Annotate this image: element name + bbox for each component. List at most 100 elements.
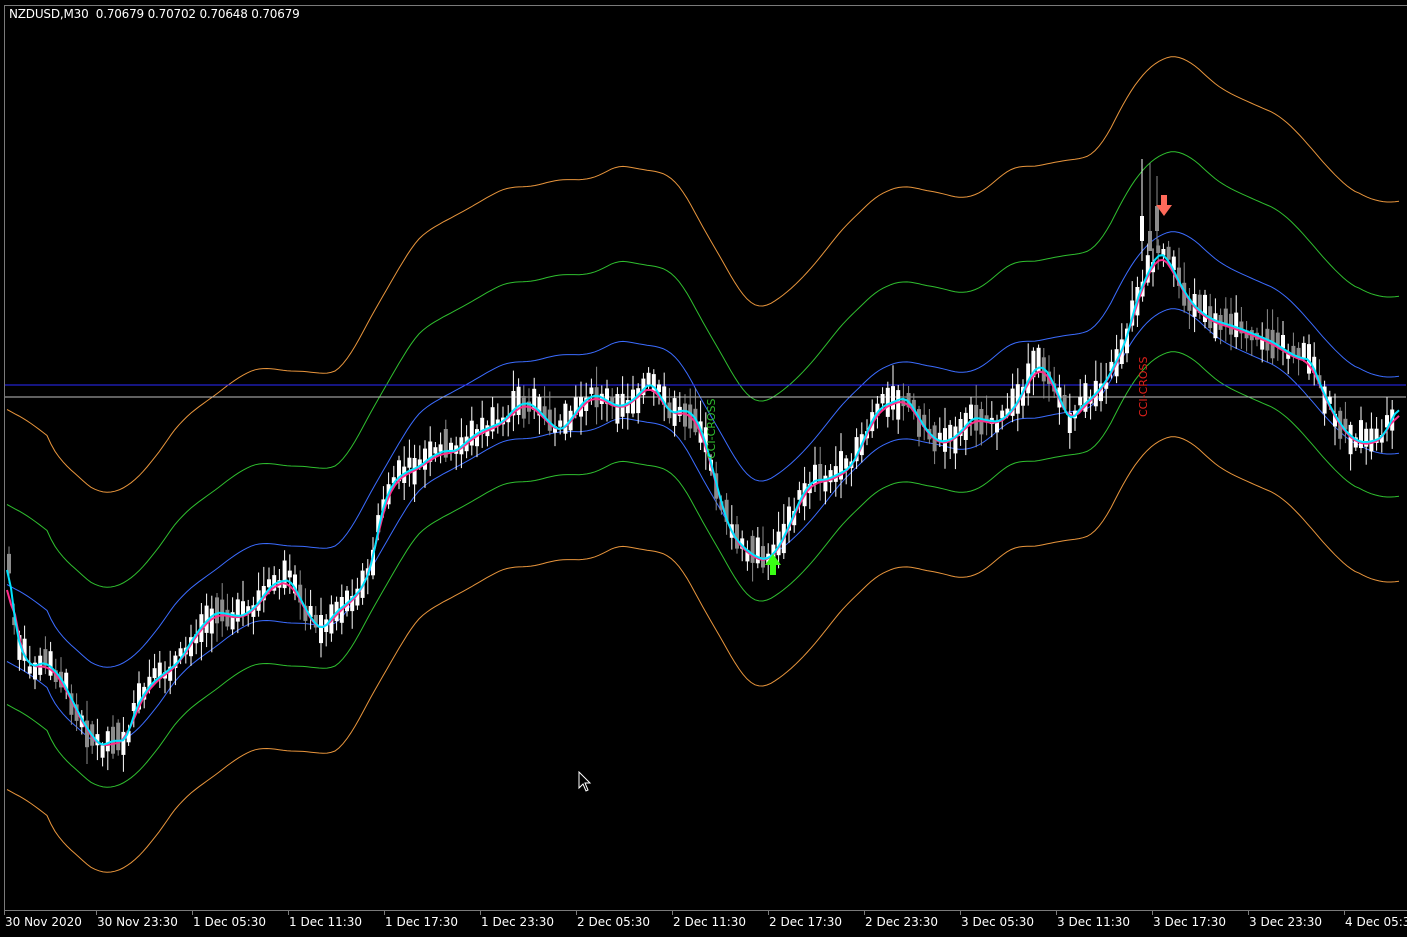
candle-bull[interactable] xyxy=(490,397,495,439)
candle-bear[interactable] xyxy=(683,394,687,441)
candle-bear[interactable] xyxy=(927,409,932,444)
candle-bear[interactable] xyxy=(979,401,984,446)
candle-bear[interactable] xyxy=(111,715,115,759)
candle-bull[interactable] xyxy=(506,405,511,437)
candle-bull[interactable] xyxy=(121,717,126,772)
candle-bear[interactable] xyxy=(1223,297,1228,342)
candle-bull[interactable] xyxy=(412,444,417,502)
candle-bull[interactable] xyxy=(943,407,947,469)
candle-bear[interactable] xyxy=(1338,407,1343,450)
candle-bear[interactable] xyxy=(225,593,230,631)
candle-bull[interactable] xyxy=(558,414,563,435)
candle-bull[interactable] xyxy=(1359,406,1363,454)
candle-bull[interactable] xyxy=(963,407,968,456)
candle-bear[interactable] xyxy=(984,395,989,436)
candle-bear[interactable] xyxy=(1187,288,1192,329)
candle-bull[interactable] xyxy=(469,406,474,456)
candle-bear[interactable] xyxy=(547,391,552,436)
candle-bull[interactable] xyxy=(1281,321,1285,366)
chart-window[interactable]: CCI-CROSS CCI-CROSS NZDUSD,M30 0.70679 0… xyxy=(0,0,1407,937)
candle-bear[interactable] xyxy=(1291,332,1296,364)
candle-bull[interactable] xyxy=(1067,393,1072,449)
candle-bull[interactable] xyxy=(1369,412,1374,460)
candle-bear[interactable] xyxy=(116,719,121,756)
candle-bull[interactable] xyxy=(454,436,459,470)
candle-bull[interactable] xyxy=(256,572,261,617)
candle-bear[interactable] xyxy=(220,583,225,637)
candle-bull[interactable] xyxy=(495,403,500,434)
candle-bull[interactable] xyxy=(854,428,859,469)
candle-bull[interactable] xyxy=(599,385,604,420)
candle-bear[interactable] xyxy=(1270,309,1275,365)
candle-bull[interactable] xyxy=(532,377,537,419)
candle-bull[interactable] xyxy=(459,418,464,469)
candle-bull[interactable] xyxy=(891,365,895,421)
candle-bull[interactable] xyxy=(241,580,245,626)
candle-bull[interactable] xyxy=(324,614,329,647)
candle-bull[interactable] xyxy=(1385,397,1389,442)
candle-bull[interactable] xyxy=(282,550,287,595)
candle-bull[interactable] xyxy=(251,596,256,635)
candle-bull[interactable] xyxy=(823,465,828,505)
candle-bull[interactable] xyxy=(261,566,266,613)
candle-bull[interactable] xyxy=(1312,342,1317,386)
candle-bull[interactable] xyxy=(1203,289,1207,329)
candle-bear[interactable] xyxy=(1177,247,1181,299)
candle-bear[interactable] xyxy=(1244,321,1249,352)
candle-bull[interactable] xyxy=(781,504,786,559)
candle-bull[interactable] xyxy=(1374,417,1379,451)
candle-bull[interactable] xyxy=(105,726,110,771)
candle-bull[interactable] xyxy=(1140,159,1144,261)
candle-bull[interactable] xyxy=(1073,404,1077,431)
candle-bull[interactable] xyxy=(209,595,214,653)
candle-bull[interactable] xyxy=(475,424,479,458)
candle-bull[interactable] xyxy=(1083,374,1088,418)
price-chart-area[interactable]: CCI-CROSS CCI-CROSS xyxy=(4,5,1407,910)
candle-bull[interactable] xyxy=(1234,295,1239,349)
candle-bull[interactable] xyxy=(896,385,901,434)
candle-bear[interactable] xyxy=(313,606,318,633)
candle-bear[interactable] xyxy=(59,657,63,693)
candle-bull[interactable] xyxy=(428,426,433,477)
candle-bull[interactable] xyxy=(438,432,443,464)
candle-bull[interactable] xyxy=(48,641,53,681)
candle-bull[interactable] xyxy=(152,653,157,683)
candle-bear[interactable] xyxy=(932,421,937,465)
candle-bull[interactable] xyxy=(755,527,760,569)
candle-bull[interactable] xyxy=(989,401,994,438)
candle-bull[interactable] xyxy=(449,437,453,461)
candle-bull[interactable] xyxy=(636,383,641,424)
candle-bear[interactable] xyxy=(922,403,927,441)
candle-bull[interactable] xyxy=(1286,343,1291,375)
candle-bull[interactable] xyxy=(1307,334,1311,380)
candle-bull[interactable] xyxy=(350,579,355,629)
candle-bull[interactable] xyxy=(1026,343,1031,406)
candle-bear[interactable] xyxy=(818,446,823,501)
candle-bull[interactable] xyxy=(953,416,958,470)
candle-bull[interactable] xyxy=(625,383,630,430)
candle-bear[interactable] xyxy=(667,388,672,424)
candle-bull[interactable] xyxy=(272,566,277,595)
candle-bull[interactable] xyxy=(1093,360,1098,411)
candle-bull[interactable] xyxy=(1010,373,1015,423)
candle-bull[interactable] xyxy=(407,439,412,487)
time-axis[interactable]: 30 Nov 2020 30 Nov 23:30 1 Dec 05:30 1 Dec … xyxy=(4,910,1407,937)
candle-bear[interactable] xyxy=(1249,326,1254,356)
chart-canvas[interactable]: CCI-CROSS CCI-CROSS xyxy=(5,6,1406,909)
candle-bull[interactable] xyxy=(849,453,854,487)
candle-bear[interactable] xyxy=(1343,401,1348,444)
candle-bear[interactable] xyxy=(443,419,448,462)
candle-bear[interactable] xyxy=(693,388,698,436)
candle-bull[interactable] xyxy=(787,497,791,543)
candle-bull[interactable] xyxy=(485,420,490,447)
candle-bull[interactable] xyxy=(308,589,313,630)
candle-bull[interactable] xyxy=(563,400,568,441)
candle-bear[interactable] xyxy=(974,385,979,448)
candle-bear[interactable] xyxy=(735,516,739,554)
candle-bull[interactable] xyxy=(1260,322,1265,363)
candle-bull[interactable] xyxy=(662,372,667,422)
candle-bull[interactable] xyxy=(163,661,167,694)
candle-bear[interactable] xyxy=(1265,309,1270,363)
candle-bull[interactable] xyxy=(620,376,625,429)
candle-bull[interactable] xyxy=(839,433,843,499)
